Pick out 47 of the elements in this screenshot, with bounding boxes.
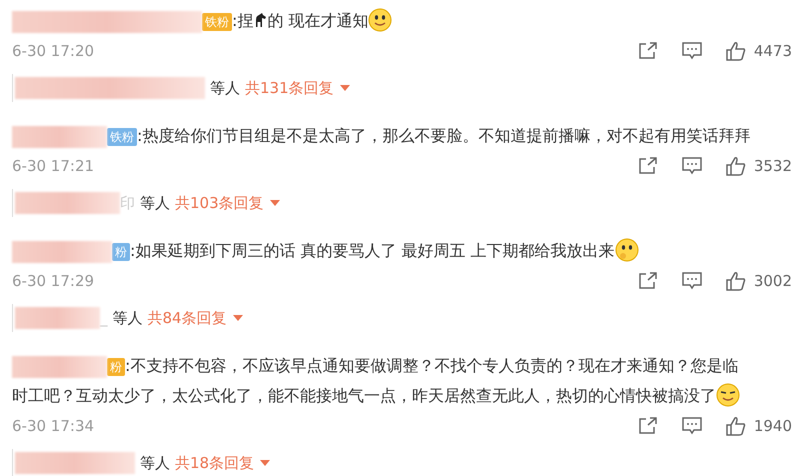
- caret-icon: [340, 85, 350, 91]
- caret-icon: [270, 200, 280, 206]
- timestamp: 6-30 17:34: [12, 416, 94, 437]
- comment-icon[interactable]: [682, 157, 702, 175]
- timestamp: 6-30 17:20: [12, 40, 94, 62]
- emoji-icon: [614, 238, 639, 262]
- thumbs-up-icon[interactable]: [726, 156, 746, 176]
- comment-text: :捏: [232, 11, 254, 30]
- like-count: 3002: [754, 270, 792, 292]
- emoji-icon: [716, 383, 740, 407]
- replies-link[interactable]: 共18条回复: [175, 452, 270, 474]
- comment-icon[interactable]: [682, 42, 702, 60]
- comment-text: :如果延期到下周三的话 真的要骂人了 最好周五 上下期都给我放出来: [130, 241, 615, 260]
- others-label: 等人: [140, 192, 170, 214]
- like-count: 3532: [754, 156, 792, 177]
- replies-link[interactable]: 共103条回复: [175, 192, 280, 214]
- others-label: 等人: [140, 452, 170, 474]
- caret-icon: [232, 315, 243, 321]
- fan-badge: 粉: [107, 358, 125, 376]
- comment-icon[interactable]: [682, 417, 702, 435]
- caret-icon: [260, 460, 270, 466]
- comment-icon[interactable]: [682, 272, 702, 290]
- fan-badge: 铁粉: [107, 128, 137, 146]
- share-icon[interactable]: [638, 417, 658, 435]
- thumbs-up-icon[interactable]: [726, 416, 746, 436]
- share-icon[interactable]: [638, 272, 658, 290]
- like-count: 1940: [754, 416, 792, 437]
- like-count: 4473: [754, 40, 792, 62]
- comment-text: :不支持不包容，不应该早点通知要做调整？不找个专人负责的？现在才来通知？您是临: [125, 356, 738, 375]
- comment-text: 时工吧？互动太少了，太公式化了，能不能接地气一点，昨天居然查无此人，热切的心情快被搞没了: [12, 386, 716, 405]
- username-fragment: _: [100, 308, 108, 329]
- replies-link[interactable]: 共131条回复: [245, 76, 350, 100]
- others-label: 等人: [112, 308, 142, 329]
- fan-badge: 铁粉: [202, 12, 232, 31]
- emoji-icon: [368, 8, 392, 32]
- share-icon[interactable]: [638, 157, 658, 175]
- replies-link[interactable]: 共84条回复: [148, 306, 243, 330]
- fan-badge: 粉: [112, 242, 130, 261]
- share-icon[interactable]: [638, 42, 658, 60]
- timestamp: 6-30 17:29: [12, 270, 94, 292]
- others-label: 等人: [210, 78, 240, 99]
- comment-text: :热度给你们节目组是不是太高了，那么不要脸。不知道提前播嘛，对不起有用笑话拜拜: [137, 126, 750, 145]
- thumbs-up-icon[interactable]: [726, 271, 746, 291]
- comment-text: 的 现在才通知: [267, 11, 368, 30]
- thumbs-up-icon[interactable]: [726, 41, 746, 61]
- horse-icon: [253, 12, 268, 28]
- timestamp: 6-30 17:21: [12, 156, 94, 177]
